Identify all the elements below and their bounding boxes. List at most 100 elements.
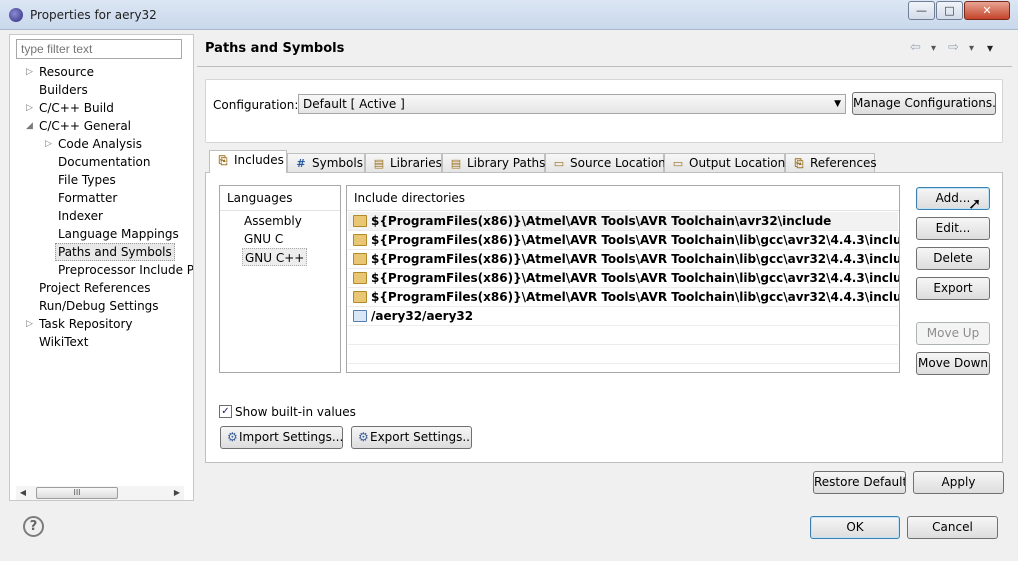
include-path: ${ProgramFiles(x86)}\Atmel\AVR Tools\AVR…: [371, 271, 900, 285]
tree-item-cpp-general[interactable]: ◢ C/C++ General: [10, 117, 193, 135]
import-icon: ⚙: [227, 430, 238, 444]
tab-output-location[interactable]: ▭ Output Location: [664, 153, 785, 173]
tree-item-file-types[interactable]: File Types: [10, 171, 193, 189]
tree-item-paths-and-symbols[interactable]: Paths and Symbols: [10, 243, 193, 261]
include-row[interactable]: ${ProgramFiles(x86)}\Atmel\AVR Tools\AVR…: [348, 212, 898, 231]
help-icon[interactable]: ?: [23, 516, 44, 537]
tab-label: Symbols: [312, 156, 363, 170]
mouse-pointer-icon: ➚: [968, 194, 982, 213]
tree-item-label: C/C++ General: [39, 119, 132, 133]
property-tree: ▷ Resource Builders ▷ C/C++ Build ◢ C/C+…: [10, 63, 193, 351]
forward-arrow-icon[interactable]: ⇨: [948, 40, 959, 55]
tree-item-label: Builders: [39, 83, 88, 97]
tree-item-formatter[interactable]: Formatter: [10, 189, 193, 207]
export-settings-button[interactable]: ⚙ Export Settings...: [351, 426, 472, 449]
export-button[interactable]: Export: [916, 277, 990, 300]
expand-icon[interactable]: ▷: [26, 63, 33, 81]
horizontal-scrollbar[interactable]: ◀ III ▶: [16, 486, 184, 500]
empty-row: [348, 326, 898, 345]
header-divider: [197, 66, 1012, 67]
include-path: ${ProgramFiles(x86)}\Atmel\AVR Tools\AVR…: [371, 233, 900, 247]
tree-item-label: WikiText: [39, 335, 89, 349]
tree-item-code-analysis[interactable]: ▷ Code Analysis: [10, 135, 193, 153]
back-menu-icon[interactable]: ▾: [931, 43, 936, 54]
tree-item-documentation[interactable]: Documentation: [10, 153, 193, 171]
expand-icon[interactable]: ▷: [26, 99, 33, 117]
move-up-button[interactable]: Move Up: [916, 322, 990, 345]
tab-label: Includes: [234, 153, 284, 167]
tree-item-wikitext[interactable]: WikiText: [10, 333, 193, 351]
restore-defaults-button[interactable]: Restore Defaults: [813, 471, 906, 494]
tab-source-location[interactable]: ▭ Source Location: [545, 153, 666, 173]
tree-item-task-repository[interactable]: ▷ Task Repository: [10, 315, 193, 333]
tree-item-indexer[interactable]: Indexer: [10, 207, 193, 225]
back-arrow-icon[interactable]: ⇦: [910, 40, 921, 55]
include-row[interactable]: ${ProgramFiles(x86)}\Atmel\AVR Tools\AVR…: [348, 288, 899, 307]
ok-button[interactable]: OK: [810, 516, 900, 539]
scroll-thumb[interactable]: III: [36, 487, 118, 499]
export-icon: ⚙: [358, 430, 369, 444]
tab-label: Output Location: [689, 156, 786, 170]
tree-item-label: Formatter: [58, 191, 118, 205]
expand-icon[interactable]: ▷: [26, 315, 33, 333]
configuration-select[interactable]: Default [ Active ] ▼: [298, 94, 846, 114]
include-path: ${ProgramFiles(x86)}\Atmel\AVR Tools\AVR…: [371, 214, 832, 228]
include-folder-icon: [353, 215, 367, 227]
filter-input[interactable]: [16, 39, 182, 59]
chevron-down-icon: ▼: [834, 99, 841, 109]
manage-configurations-button[interactable]: Manage Configurations...: [852, 92, 996, 115]
collapse-icon[interactable]: ◢: [26, 117, 33, 135]
show-builtin-checkbox[interactable]: ✓: [219, 405, 232, 418]
tab-symbols[interactable]: # Symbols: [287, 153, 365, 173]
language-item-gnu-c[interactable]: GNU C: [244, 230, 283, 248]
apply-button[interactable]: Apply: [913, 471, 1004, 494]
languages-list: Languages Assembly GNU C GNU C++: [219, 185, 341, 373]
include-directories-list: Include directories ${ProgramFiles(x86)}…: [346, 185, 900, 373]
tab-references[interactable]: ⎘ References: [785, 153, 877, 173]
tree-item-resource[interactable]: ▷ Resource: [10, 63, 193, 81]
include-row[interactable]: ${ProgramFiles(x86)}\Atmel\AVR Tools\AVR…: [348, 250, 899, 269]
tree-item-label: Resource: [39, 65, 95, 79]
import-settings-button[interactable]: ⚙ Import Settings...: [220, 426, 343, 449]
scroll-right-icon[interactable]: ▶: [170, 486, 184, 500]
include-folder-icon: [353, 234, 367, 246]
move-down-button[interactable]: Move Down: [916, 352, 990, 375]
view-menu-icon[interactable]: ▾: [987, 41, 993, 55]
tree-item-label: Code Analysis: [58, 137, 142, 151]
include-row[interactable]: ${ProgramFiles(x86)}\Atmel\AVR Tools\AVR…: [348, 269, 900, 288]
edit-button[interactable]: Edit...: [916, 217, 990, 240]
tree-item-label: Indexer: [58, 209, 103, 223]
tab-label: Library Paths: [467, 156, 546, 170]
tree-item-project-references[interactable]: Project References: [10, 279, 193, 297]
minimize-button[interactable]: —: [908, 1, 935, 20]
delete-button[interactable]: Delete: [916, 247, 990, 270]
tree-item-label: Language Mappings: [58, 227, 179, 241]
language-item-gnu-cpp[interactable]: GNU C++: [242, 248, 308, 266]
tree-item-language-mappings[interactable]: Language Mappings: [10, 225, 193, 243]
tree-item-preprocessor-include[interactable]: Preprocessor Include Pa: [10, 261, 193, 279]
language-item-assembly[interactable]: Assembly: [244, 212, 302, 230]
scroll-left-icon[interactable]: ◀: [16, 486, 30, 500]
configuration-value: Default [ Active ]: [303, 97, 405, 111]
cancel-button[interactable]: Cancel: [907, 516, 998, 539]
close-button[interactable]: ✕: [964, 1, 1010, 20]
tree-item-label: Project References: [39, 281, 151, 295]
tree-item-builders[interactable]: Builders: [10, 81, 193, 99]
forward-menu-icon[interactable]: ▾: [969, 43, 974, 54]
tree-item-label: Run/Debug Settings: [39, 299, 159, 313]
source-folder-icon: ▭: [553, 157, 565, 170]
include-folder-icon: [353, 291, 367, 303]
tab-library-paths[interactable]: ▤ Library Paths: [442, 153, 545, 173]
include-row[interactable]: /aery32/aery32: [348, 307, 898, 326]
tree-item-label: Documentation: [58, 155, 151, 169]
maximize-button[interactable]: □: [936, 1, 963, 20]
expand-icon[interactable]: ▷: [45, 135, 52, 153]
tree-item-cpp-build[interactable]: ▷ C/C++ Build: [10, 99, 193, 117]
output-folder-icon: ▭: [672, 157, 684, 170]
include-row[interactable]: ${ProgramFiles(x86)}\Atmel\AVR Tools\AVR…: [348, 231, 900, 250]
tab-includes[interactable]: ⎘ Includes: [209, 150, 287, 173]
include-icon: ⎘: [218, 154, 228, 167]
tab-libraries[interactable]: ▤ Libraries: [365, 153, 442, 173]
include-directories-header: Include directories: [347, 186, 899, 211]
tree-item-run-debug-settings[interactable]: Run/Debug Settings: [10, 297, 193, 315]
